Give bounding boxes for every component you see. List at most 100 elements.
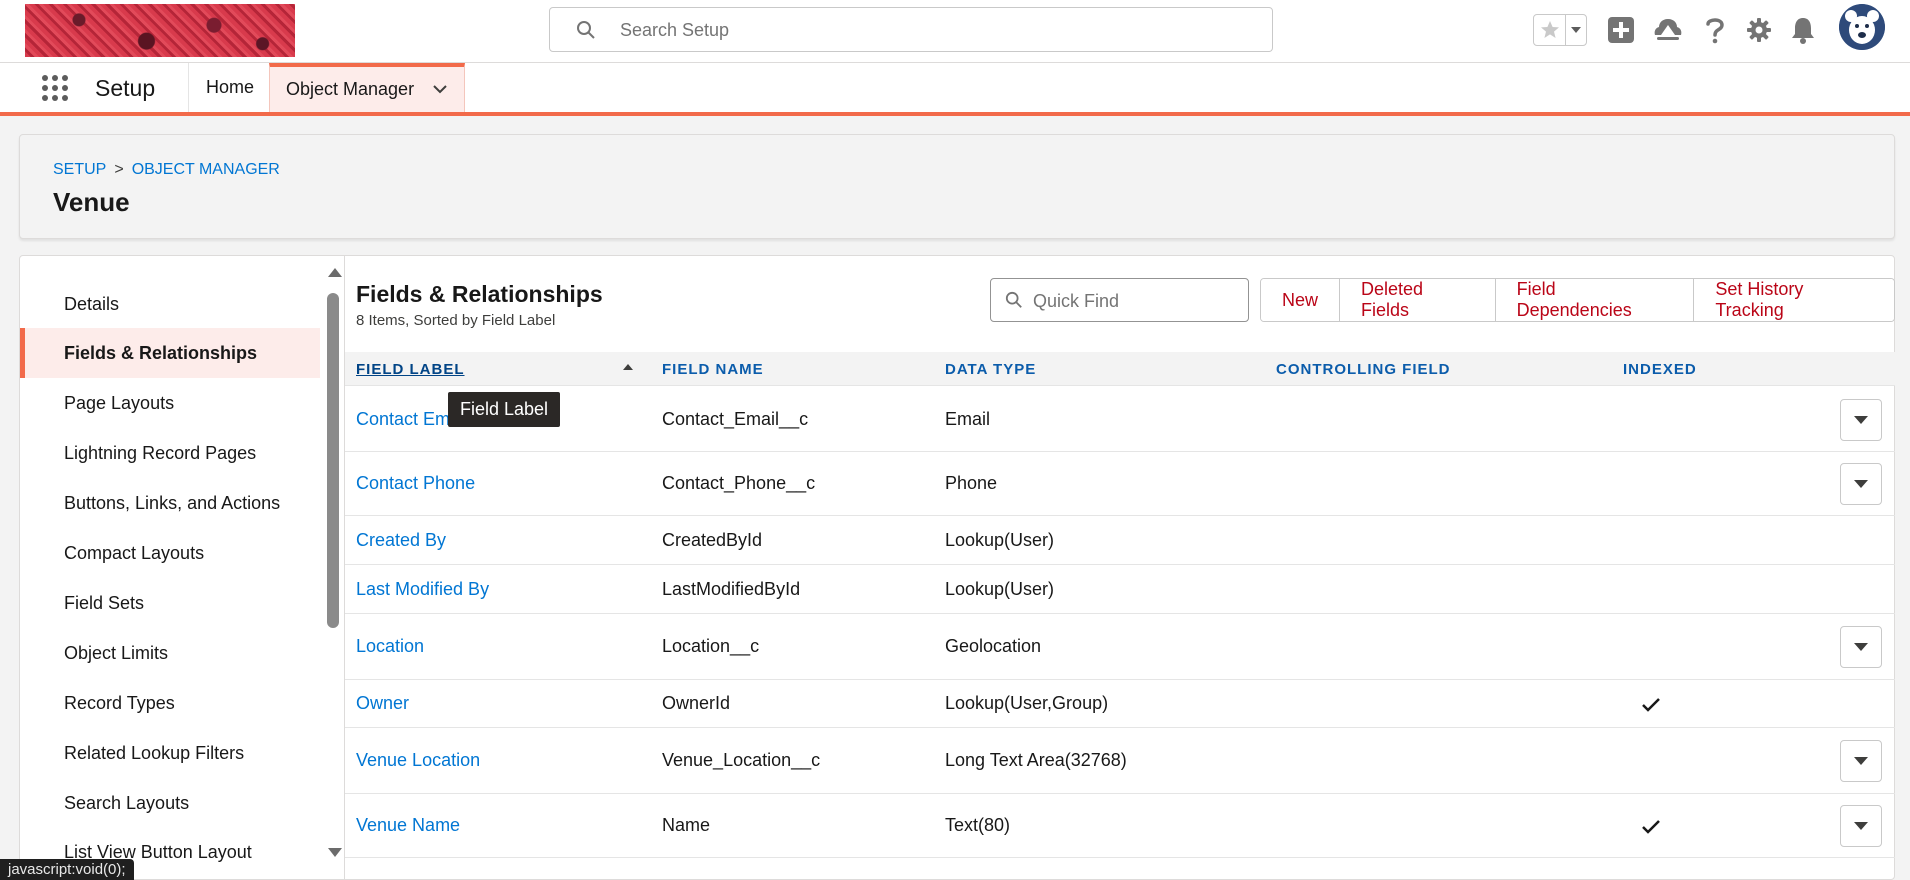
scroll-down-arrow-icon[interactable] bbox=[328, 848, 342, 857]
field-label-link[interactable]: Last Modified By bbox=[356, 579, 489, 600]
avatar[interactable] bbox=[1839, 4, 1885, 50]
field-dependencies-button[interactable]: Field Dependencies bbox=[1495, 279, 1695, 321]
section-title: Fields & Relationships bbox=[356, 281, 603, 307]
sidebar-item-label: Object Limits bbox=[64, 642, 169, 663]
field-label-link[interactable]: Location bbox=[356, 636, 424, 657]
gear-icon[interactable] bbox=[1744, 14, 1774, 46]
table-row: Venue Name Name Text(80) bbox=[345, 794, 1895, 858]
breadcrumb: SETUP > OBJECT MANAGER bbox=[53, 161, 280, 179]
table-row: Contact Phone Contact_Phone__c Phone bbox=[345, 452, 1895, 516]
sidebar-item-details[interactable]: Details bbox=[20, 279, 320, 329]
help-icon[interactable] bbox=[1700, 14, 1730, 46]
sidebar-item-label: Field Sets bbox=[64, 592, 145, 613]
field-label-link[interactable]: Contact Phone bbox=[356, 473, 475, 494]
tab-home-label: Home bbox=[206, 77, 255, 97]
page-title: Venue bbox=[53, 187, 130, 217]
section-subtitle: 8 Items, Sorted by Field Label bbox=[356, 312, 556, 329]
row-actions-menu-button[interactable] bbox=[1840, 740, 1882, 782]
sidebar-item-field-sets[interactable]: Field Sets bbox=[20, 578, 320, 628]
chevron-down-icon bbox=[1854, 416, 1868, 424]
chevron-down-icon bbox=[1854, 643, 1868, 651]
field-api-name: OwnerId bbox=[662, 693, 731, 713]
table-header: FIELD LABEL FIELD NAME DATA TYPE CONTROL… bbox=[345, 352, 1895, 386]
sidebar-item-label: Record Types bbox=[64, 692, 175, 713]
column-header-data-type[interactable]: DATA TYPE bbox=[945, 361, 1036, 378]
indexed-check-icon bbox=[1642, 698, 1660, 712]
field-label-link[interactable]: Venue Location bbox=[356, 750, 480, 771]
field-label-link[interactable]: Created By bbox=[356, 530, 446, 551]
sidebar-item-page-layouts[interactable]: Page Layouts bbox=[20, 378, 320, 428]
field-action-buttons: New Deleted Fields Field Dependencies Se… bbox=[1260, 278, 1895, 322]
sidebar-item-object-limits[interactable]: Object Limits bbox=[20, 628, 320, 678]
column-header-field-label[interactable]: FIELD LABEL bbox=[356, 361, 465, 378]
bell-icon[interactable] bbox=[1788, 14, 1818, 46]
sidebar-scrollbar[interactable] bbox=[324, 256, 342, 880]
sidebar-item-label: Search Layouts bbox=[64, 792, 190, 813]
sidebar-item-fields-relationships[interactable]: Fields & Relationships bbox=[20, 328, 320, 378]
fields-relationships-panel: Fields & Relationships 8 Items, Sorted b… bbox=[345, 256, 1895, 880]
chevron-down-icon[interactable] bbox=[432, 83, 448, 95]
field-api-name: Location__c bbox=[662, 636, 760, 656]
field-api-name: CreatedById bbox=[662, 530, 763, 550]
row-actions-menu-button[interactable] bbox=[1840, 805, 1882, 847]
column-header-field-name[interactable]: FIELD NAME bbox=[662, 361, 764, 378]
table-row: Contact Email Contact_Email__c Email bbox=[345, 387, 1895, 452]
field-label-link[interactable]: Venue Name bbox=[356, 815, 460, 836]
sidebar-item-label: Page Layouts bbox=[64, 392, 175, 413]
breadcrumb-setup[interactable]: SETUP bbox=[53, 161, 106, 179]
column-header-indexed[interactable]: INDEXED bbox=[1623, 361, 1697, 378]
app-launcher-icon[interactable] bbox=[40, 73, 70, 103]
quick-find-box[interactable] bbox=[990, 278, 1249, 322]
sidebar-item-label: Compact Layouts bbox=[64, 542, 205, 563]
nav-divider bbox=[188, 63, 189, 112]
row-actions-menu-button[interactable] bbox=[1840, 626, 1882, 668]
sidebar-item-related-lookup-filters[interactable]: Related Lookup Filters bbox=[20, 728, 320, 778]
tab-home[interactable]: Home bbox=[190, 63, 270, 112]
scroll-up-arrow-icon[interactable] bbox=[328, 268, 342, 277]
table-row: Owner OwnerId Lookup(User,Group) bbox=[345, 680, 1895, 728]
field-data-type: Long Text Area(32768) bbox=[945, 750, 1127, 770]
search-input[interactable] bbox=[620, 16, 1240, 44]
page-header: SETUP > OBJECT MANAGER Venue bbox=[19, 134, 1895, 239]
field-api-name: Name bbox=[662, 815, 711, 835]
sidebar-item-lightning-record-pages[interactable]: Lightning Record Pages bbox=[20, 428, 320, 478]
sidebar-item-record-types[interactable]: Record Types bbox=[20, 678, 320, 728]
field-api-name: Venue_Location__c bbox=[662, 750, 821, 770]
set-history-tracking-button[interactable]: Set History Tracking bbox=[1694, 279, 1894, 321]
tab-object-manager[interactable]: Object Manager bbox=[269, 63, 465, 112]
table-row: Location Location__c Geolocation bbox=[345, 614, 1895, 680]
row-actions-menu-button[interactable] bbox=[1840, 399, 1882, 441]
star-icon[interactable] bbox=[1534, 15, 1566, 45]
row-actions-menu-button[interactable] bbox=[1840, 463, 1882, 505]
breadcrumb-separator: > bbox=[114, 161, 124, 178]
field-data-type: Text(80) bbox=[945, 815, 1011, 835]
scrollbar-thumb[interactable] bbox=[327, 293, 339, 628]
tab-object-manager-label: Object Manager bbox=[286, 79, 415, 99]
field-api-name: Contact_Email__c bbox=[662, 409, 809, 429]
trailhead-icon[interactable] bbox=[1653, 14, 1683, 46]
column-header-controlling-field[interactable]: CONTROLLING FIELD bbox=[1276, 361, 1451, 378]
quick-find-input[interactable] bbox=[1033, 288, 1233, 314]
sidebar-item-compact-layouts[interactable]: Compact Layouts bbox=[20, 528, 320, 578]
field-label-tooltip: Field Label bbox=[448, 392, 561, 427]
breadcrumb-object-manager[interactable]: OBJECT MANAGER bbox=[132, 161, 280, 179]
favorites-button-group bbox=[1533, 14, 1587, 46]
table-row: Created By CreatedById Lookup(User) bbox=[345, 516, 1895, 565]
setup-search-box[interactable] bbox=[549, 7, 1273, 52]
plus-icon[interactable] bbox=[1606, 14, 1636, 46]
field-label-link[interactable]: Owner bbox=[356, 693, 409, 714]
sidebar-item-label: Fields & Relationships bbox=[64, 342, 258, 363]
chevron-down-icon[interactable] bbox=[1566, 15, 1586, 45]
sidebar-item-label: Buttons, Links, and Actions bbox=[64, 492, 281, 513]
deleted-fields-button[interactable]: Deleted Fields bbox=[1340, 279, 1496, 321]
sidebar-item-buttons-links-actions[interactable]: Buttons, Links, and Actions bbox=[20, 478, 320, 528]
new-button[interactable]: New bbox=[1261, 279, 1341, 321]
table-row: Venue Location Venue_Location__c Long Text… bbox=[345, 728, 1895, 794]
field-data-type: Geolocation bbox=[945, 636, 1042, 656]
org-logo[interactable] bbox=[25, 4, 295, 57]
search-icon bbox=[577, 21, 595, 39]
sidebar-item-search-layouts[interactable]: Search Layouts bbox=[20, 778, 320, 828]
browser-status-bar: javascript:void(0); bbox=[0, 859, 134, 880]
field-data-type: Email bbox=[945, 409, 991, 429]
sort-ascending-icon[interactable] bbox=[623, 364, 633, 370]
